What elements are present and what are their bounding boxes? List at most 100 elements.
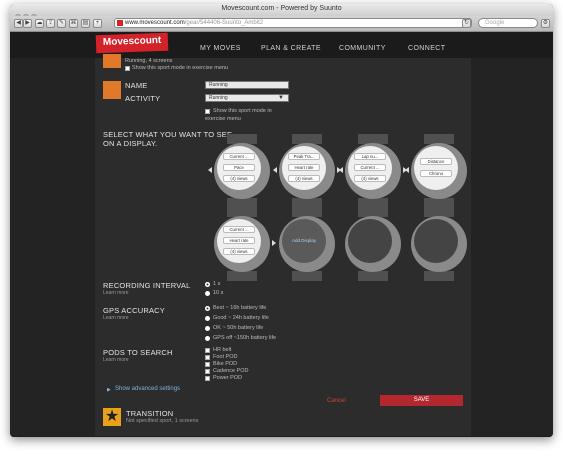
- watch-display-2[interactable]: Peak Tra... Heart rate (4) views: [273, 134, 341, 208]
- add-tab-icon[interactable]: +: [93, 19, 102, 28]
- transition-icon: ★: [103, 408, 121, 426]
- nav-connect[interactable]: CONNECT: [408, 45, 445, 52]
- arrow-left-icon[interactable]: [273, 167, 277, 173]
- field-select[interactable]: Pace: [223, 164, 255, 171]
- watch-display-1[interactable]: Current ... Pace (4) views: [208, 134, 273, 208]
- cloud-icon[interactable]: ☁: [35, 19, 44, 28]
- radio-gps-off[interactable]: [205, 336, 210, 341]
- recording-interval-label: RECORDING INTERVAL: [103, 281, 191, 290]
- left-gutter: [10, 58, 95, 437]
- radio-1s[interactable]: [205, 282, 210, 287]
- watch-display-5[interactable]: Current ... Heart rate (4) views: [211, 207, 276, 281]
- field-select[interactable]: Chrono: [420, 170, 452, 177]
- views-select[interactable]: (4) views: [354, 175, 386, 182]
- tools-icon[interactable]: ✎: [57, 19, 66, 28]
- gps-option-ok: OK ~ 50h battery life: [213, 325, 264, 331]
- gps-accuracy-label: GPS ACCURACY: [103, 306, 165, 315]
- watch-face: Current ... Heart rate (4) views: [217, 219, 261, 263]
- chevron-right-icon[interactable]: ▶: [107, 387, 111, 393]
- radio-gps-ok[interactable]: [205, 326, 210, 331]
- sport-mode-panel: Running, 4 screens Show this sport mode …: [95, 54, 471, 437]
- site-nav: Movescount MY MOVES PLAN & CREATE COMMUN…: [10, 32, 553, 58]
- watch-face: Add Display: [282, 219, 326, 263]
- settings-icon[interactable]: ⚙: [541, 19, 550, 28]
- gps-option-best: Best ~ 16h battery life: [213, 305, 267, 311]
- field-select[interactable]: Current ...: [354, 164, 386, 171]
- search-field[interactable]: Google: [478, 18, 538, 28]
- arrow-left-icon[interactable]: [339, 167, 343, 173]
- forward-button[interactable]: ▶: [23, 19, 32, 28]
- watch-display-4[interactable]: Distance Chrono: [405, 134, 470, 208]
- watch-face: Current ... Pace (4) views: [217, 146, 261, 190]
- field-select[interactable]: Peak Tra...: [288, 153, 320, 160]
- show-menu-label-2: exercise menu: [205, 116, 241, 122]
- cancel-button[interactable]: Cancel: [327, 398, 346, 404]
- radio-10s[interactable]: [205, 291, 210, 296]
- url-host: www.movescount.com: [125, 20, 185, 26]
- pod-bike-label: Bike POD: [213, 361, 238, 367]
- displays-heading-1: SELECT WHAT YOU WANT TO SEE: [103, 130, 233, 139]
- top-show-menu-checkbox[interactable]: [125, 66, 130, 71]
- recording-learn-more[interactable]: Learn more: [103, 290, 129, 296]
- views-select[interactable]: (4) views: [223, 248, 255, 255]
- running-shoe-icon: [103, 54, 121, 68]
- watch-face: Distance Chrono: [414, 146, 458, 190]
- nav-community[interactable]: COMMUNITY: [339, 45, 386, 52]
- views-select[interactable]: (4) views: [223, 175, 255, 182]
- show-menu-checkbox[interactable]: [205, 109, 210, 114]
- transition-subtitle: Not specified sport, 1 screens: [126, 418, 199, 424]
- field-select[interactable]: Heart rate: [223, 237, 255, 244]
- recording-option-10s: 10 s: [213, 290, 224, 296]
- top-sport-summary: Running, 4 screens: [125, 58, 173, 64]
- name-input[interactable]: Running: [205, 81, 289, 89]
- history-icon[interactable]: ▤: [81, 19, 90, 28]
- watch-display-3[interactable]: Lap nu... Current ... (4) views: [339, 134, 407, 208]
- field-select[interactable]: Heart rate: [288, 164, 320, 171]
- pod-foot-checkbox[interactable]: [205, 355, 210, 360]
- movescount-logo[interactable]: Movescount: [95, 32, 169, 54]
- activity-select[interactable]: Running ▼: [205, 94, 289, 102]
- back-button[interactable]: ◀: [14, 19, 23, 28]
- top-show-menu-label: Show this sport mode in exercise menu: [132, 65, 228, 71]
- pod-power-checkbox[interactable]: [205, 376, 210, 381]
- field-select[interactable]: Current ...: [223, 226, 255, 233]
- watch-face: [414, 219, 458, 263]
- address-bar[interactable]: www.movescount.com/gear/544406-Suunto_Am…: [114, 18, 472, 28]
- pod-hr-label: HR belt: [213, 347, 232, 353]
- views-select[interactable]: (4) views: [288, 175, 320, 182]
- watch-face: Peak Tra... Heart rate (4) views: [282, 146, 326, 190]
- watch-strap-bottom: [358, 271, 388, 281]
- title-bar: Movescount.com - Powered by Suunto: [10, 4, 553, 20]
- field-select[interactable]: Current ...: [223, 153, 255, 160]
- field-select[interactable]: Lap nu...: [354, 153, 386, 160]
- window-title: Movescount.com - Powered by Suunto: [221, 5, 342, 12]
- pod-foot-label: Foot POD: [213, 354, 238, 360]
- add-display-link[interactable]: Add Display: [282, 238, 326, 243]
- name-label: NAME: [125, 81, 148, 90]
- arrow-left-icon[interactable]: [208, 167, 212, 173]
- save-button[interactable]: SAVE: [380, 395, 463, 406]
- radio-gps-good[interactable]: [205, 316, 210, 321]
- watch-empty-slot: [342, 207, 404, 281]
- watch-strap-bottom: [292, 271, 322, 281]
- reload-icon[interactable]: ↻: [462, 19, 471, 28]
- pods-label: PODS TO SEARCH: [103, 348, 173, 357]
- site-favicon: [117, 20, 123, 26]
- displays-heading-2: ON A DISPLAY.: [103, 139, 158, 148]
- arrow-left-icon[interactable]: [405, 167, 409, 173]
- gps-option-off: GPS off ~150h battery life: [213, 335, 277, 341]
- share-icon[interactable]: ⇪: [46, 19, 55, 28]
- radio-gps-best[interactable]: [205, 306, 210, 311]
- show-advanced-settings-link[interactable]: Show advanced settings: [115, 386, 180, 392]
- watch-add-display[interactable]: Add Display: [276, 207, 338, 281]
- field-select[interactable]: Distance: [420, 158, 452, 165]
- pod-hr-checkbox[interactable]: [205, 348, 210, 353]
- pod-cadence-checkbox[interactable]: [205, 369, 210, 374]
- nav-plan-create[interactable]: PLAN & CREATE: [261, 45, 321, 52]
- gps-learn-more[interactable]: Learn more: [103, 315, 129, 321]
- bookmarks-icon[interactable]: ⌘: [69, 19, 78, 28]
- pod-bike-checkbox[interactable]: [205, 362, 210, 367]
- pods-learn-more[interactable]: Learn more: [103, 357, 129, 363]
- browser-window: Movescount.com - Powered by Suunto ◀ ▶ ☁…: [10, 4, 553, 437]
- nav-my-moves[interactable]: MY MOVES: [200, 45, 241, 52]
